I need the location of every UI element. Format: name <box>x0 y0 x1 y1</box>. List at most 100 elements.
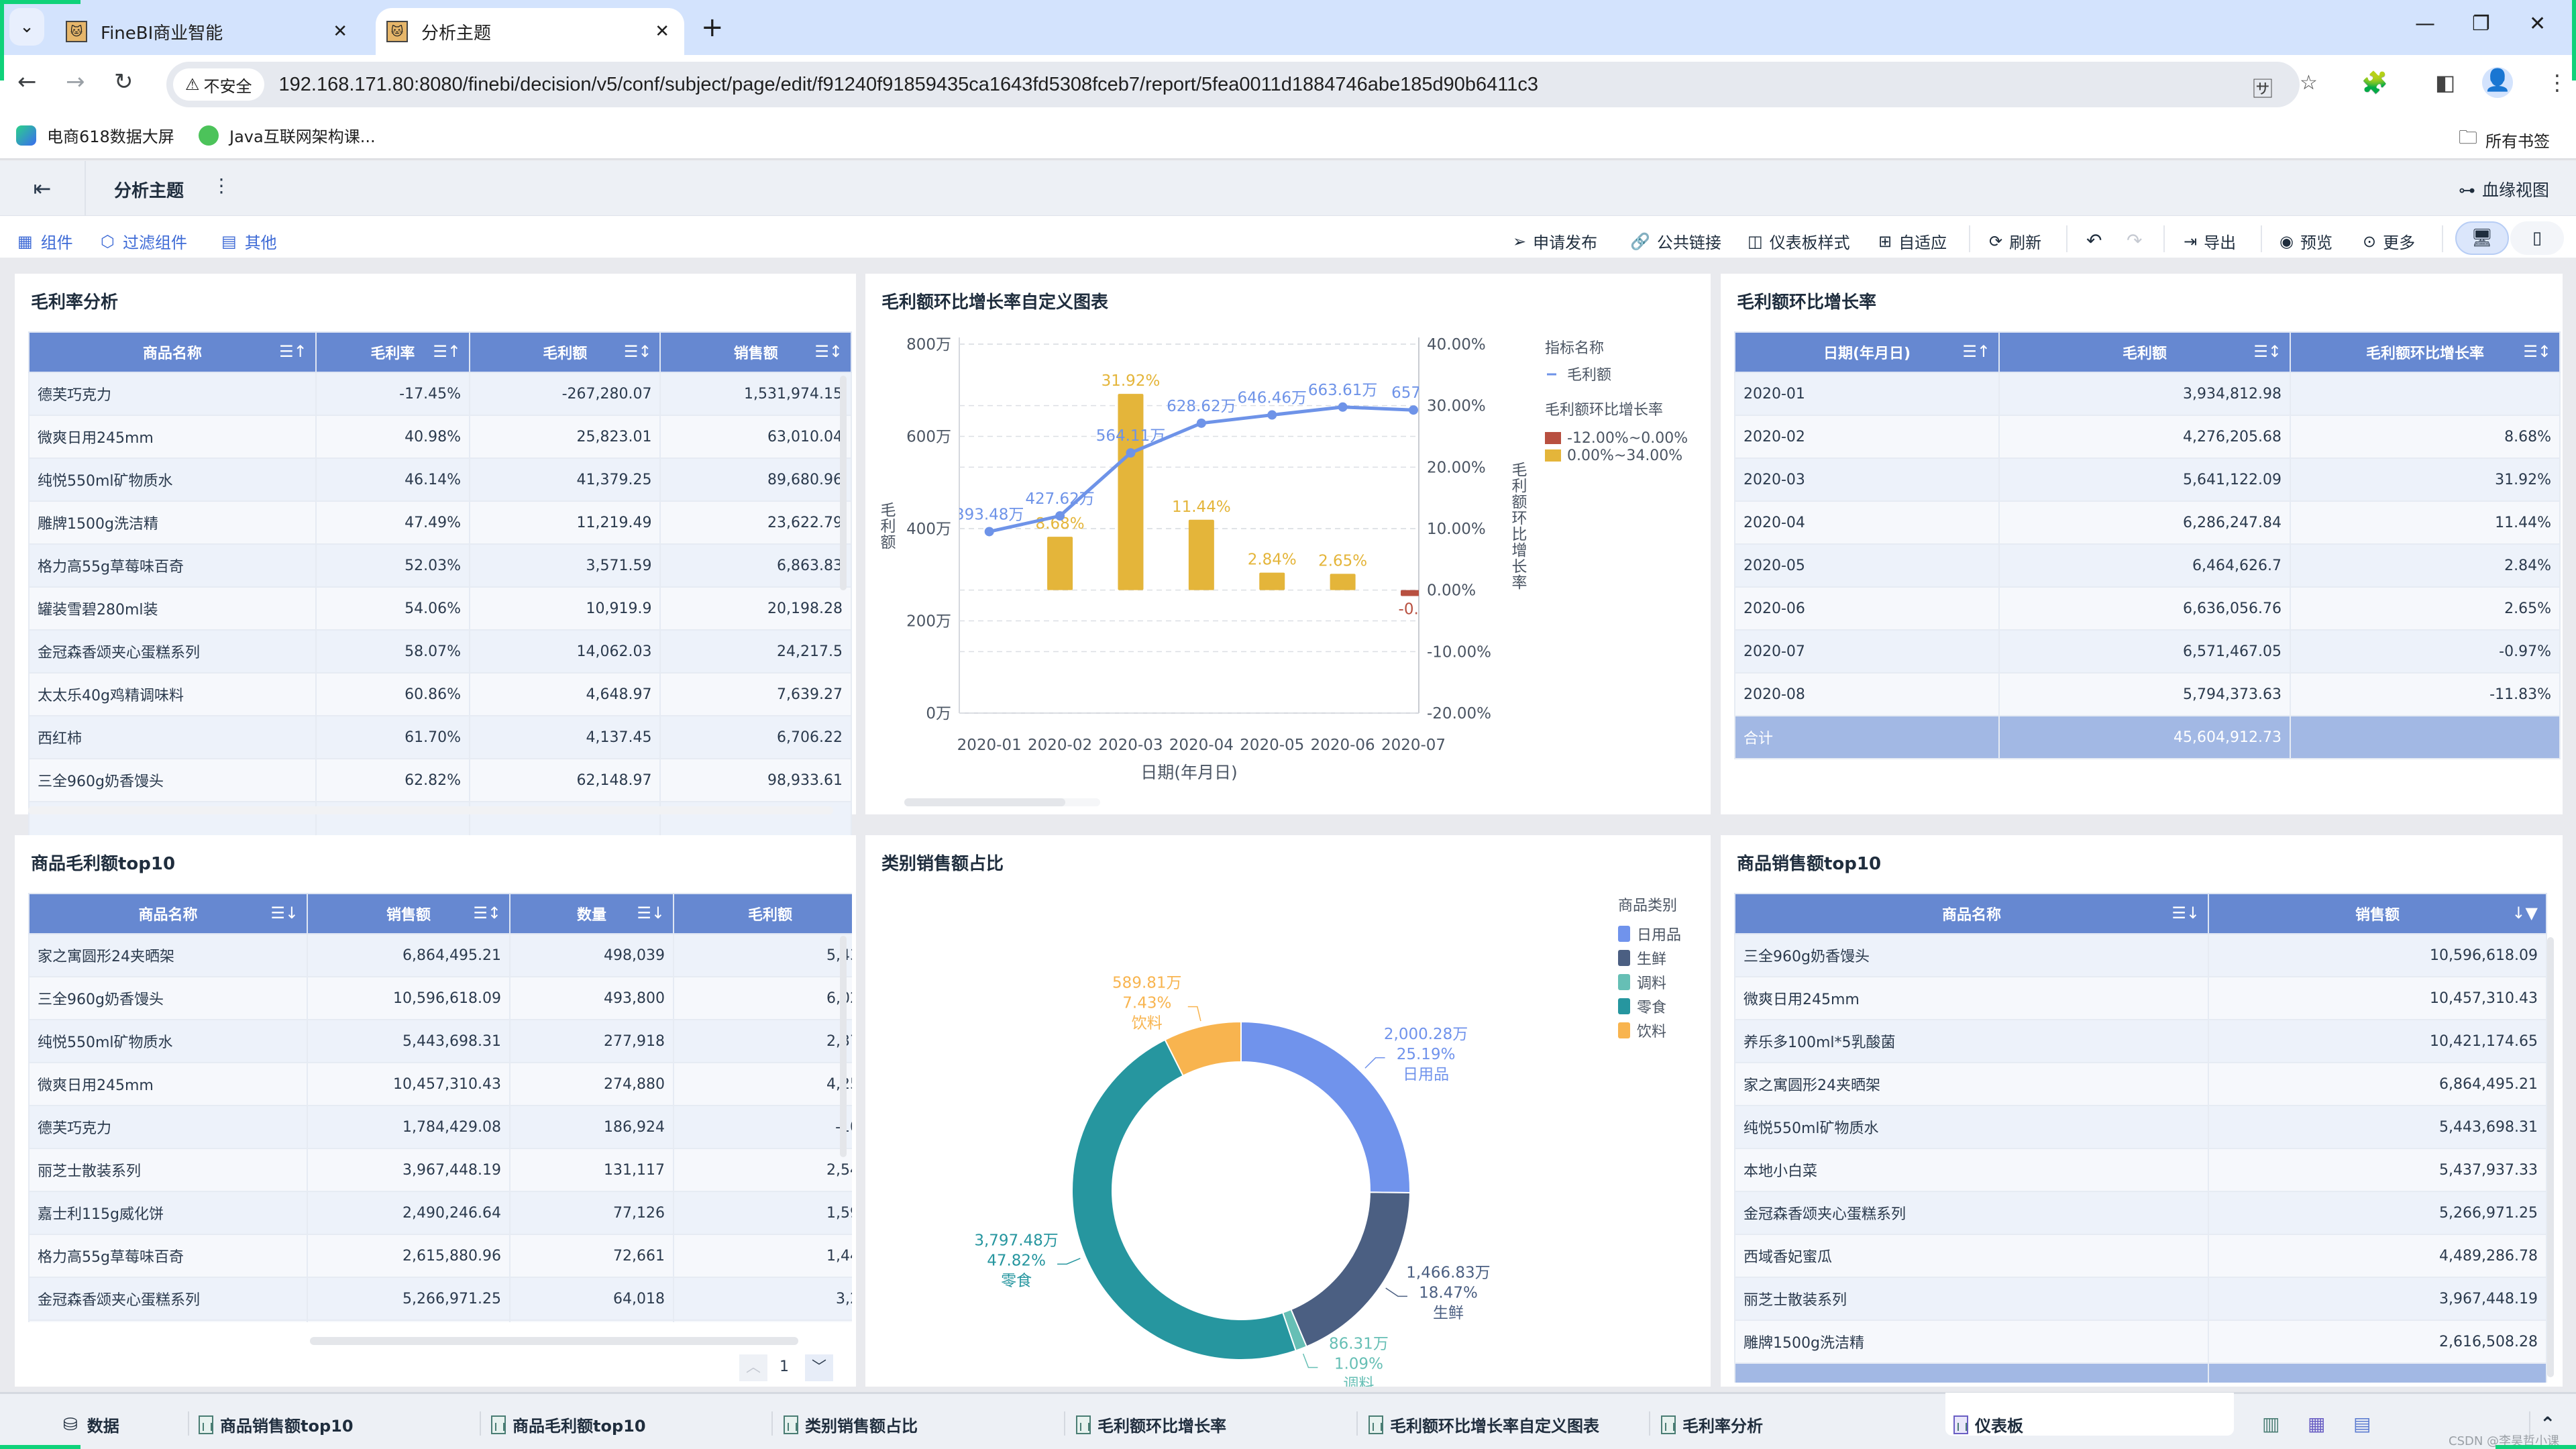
security-chip[interactable]: ⚠ 不安全 <box>173 68 264 101</box>
forward-icon[interactable]: → <box>66 68 85 95</box>
redo-button[interactable]: ↷ <box>2127 229 2142 252</box>
column-header[interactable]: 商品名称 ☰↓ <box>28 893 308 934</box>
restore-icon[interactable]: ❐ <box>2472 12 2490 36</box>
bookmark-item[interactable]: Java互联网架构课... <box>199 123 376 147</box>
sort-asc-icon[interactable]: ☰↑ <box>279 342 307 361</box>
desktop-view-button[interactable]: 🖥 <box>2455 221 2509 255</box>
table-row[interactable]: 2020-02 4,276,205.68 8.68% <box>1734 415 2561 459</box>
table-row[interactable]: 三全960g奶香馒头 10,596,618.09 <box>1734 933 2547 977</box>
horizontal-scrollbar[interactable] <box>310 1337 798 1345</box>
table-row[interactable]: 金冠森香颂夹心蛋糕系列5,266,971.2564,0183,206,0 <box>28 1277 852 1321</box>
public-link-button[interactable]: 🔗 公共链接 <box>1630 229 1721 253</box>
sort-both-icon[interactable]: ☰↕ <box>2523 342 2551 361</box>
table-row[interactable] <box>28 1320 852 1322</box>
table-row[interactable]: 德芙巧克力 -17.45% -267,280.07 1,531,974.15 <box>28 372 852 416</box>
table-row[interactable]: 格力高55g草莓味百奇2,615,880.9672,6611,443,04 <box>28 1234 852 1278</box>
table-row[interactable]: 雕牌1500g洗洁精 47.49% 11,219.49 23,622.79 <box>28 500 852 545</box>
table-row[interactable]: 纯悦550ml矿物质水5,443,698.31277,9182,372,19 <box>28 1019 852 1063</box>
column-header[interactable]: 销售额 ☰↕ <box>659 331 852 373</box>
sort-both-icon[interactable]: ☰↕ <box>473 904 501 922</box>
browser-menu-icon[interactable]: ⋮ <box>2546 70 2568 95</box>
table-row[interactable]: 三全960g奶香馒头 62.82% 62,148.97 98,933.61 <box>28 758 852 802</box>
sort-both-icon[interactable]: ☰↕ <box>624 342 652 361</box>
column-header[interactable]: 销售额 ☰↕ <box>307 893 511 934</box>
lineage-view-button[interactable]: ⊶ 血缘视图 <box>2459 177 2549 201</box>
tab-data[interactable]: ⛁ 数据 <box>63 1413 119 1436</box>
column-header[interactable]: 商品名称 ☰↓ <box>1734 893 2209 934</box>
table-row[interactable]: 2020-04 6,286,247.84 11.44% <box>1734 500 2561 545</box>
dashboard-style-button[interactable]: ◫ 仪表板样式 <box>1748 229 1850 253</box>
table-row[interactable]: 罐装雪碧280ml装 54.06% 10,919.9 20,198.28 <box>28 586 852 631</box>
reload-icon[interactable]: ↻ <box>114 68 133 95</box>
tab-mom-table[interactable]: 毛利额环比增长率 <box>1076 1413 1226 1436</box>
profile-avatar-icon[interactable]: 👤 <box>2482 67 2513 98</box>
sort-desc-icon[interactable]: ☰↓ <box>637 904 665 922</box>
subject-more-icon[interactable]: ⋮ <box>212 174 231 197</box>
table-row[interactable]: 2020-01 3,934,812.98 <box>1734 372 2561 416</box>
column-header[interactable]: 数量 ☰↓ <box>509 893 674 934</box>
add-component-button[interactable]: ▥ <box>2262 1413 2279 1435</box>
sort-asc-icon[interactable]: ☰↑ <box>433 342 461 361</box>
url-omnibox[interactable]: ⚠ 不安全 192.168.171.80:8080/finebi/decision… <box>166 62 2318 107</box>
apply-publish-button[interactable]: ➢ 申请发布 <box>1513 229 1597 253</box>
url-text[interactable]: 192.168.171.80:8080/finebi/decision/v5/c… <box>279 74 1538 96</box>
side-panel-icon[interactable]: ◧ <box>2435 70 2455 95</box>
table-row[interactable]: 2020-07 6,571,467.05 -0.97% <box>1734 629 2561 674</box>
component-button[interactable]: ▦ 组件 <box>17 229 73 253</box>
table-row[interactable]: 西域香妃蜜瓜 4,489,286.78 <box>1734 1234 2547 1278</box>
sort-both-icon[interactable]: ☰↕ <box>814 342 843 361</box>
table-row[interactable]: 三全960g奶香馒头10,596,618.09493,8006,025,54 <box>28 976 852 1020</box>
table-row[interactable]: 2020-08 5,794,373.63 -11.83% <box>1734 672 2561 716</box>
add-story-button[interactable]: ▤ <box>2353 1413 2371 1435</box>
table-row[interactable]: 2020-03 5,641,122.09 31.92% <box>1734 458 2561 502</box>
filter-component-button[interactable]: ⬡ 过滤组件 <box>101 229 187 253</box>
table-row[interactable]: 2020-05 6,464,626.7 2.84% <box>1734 543 2561 588</box>
sort-desc-icon[interactable]: ☰↓ <box>270 904 299 922</box>
extensions-icon[interactable]: 🧩 <box>2361 70 2388 95</box>
table-row[interactable]: 2020-06 6,636,056.76 2.65% <box>1734 586 2561 631</box>
page-down-button[interactable]: ﹀ <box>805 1354 833 1381</box>
table-row[interactable]: 微爽日用245mm 40.98% 25,823.01 63,010.04 <box>28 415 852 459</box>
other-button[interactable]: ▤ 其他 <box>221 229 277 253</box>
bookmark-star-icon[interactable]: ☆ <box>2300 71 2318 95</box>
tab-sales-top10[interactable]: 商品销售额top10 <box>199 1413 354 1436</box>
column-header[interactable]: 毛利额 ☰↕ <box>1998 331 2291 373</box>
table-row[interactable]: 金冠森香颂夹心蛋糕系列 5,266,971.25 <box>1734 1191 2547 1235</box>
column-header[interactable]: 毛利额 <box>673 893 852 934</box>
table-row[interactable]: 家之寓圆形24夹晒架6,864,495.21498,0395,437,19 <box>28 933 852 977</box>
table-row[interactable]: 西红柿 61.70% 4,137.45 6,706.22 <box>28 715 852 759</box>
table-row[interactable]: 纯悦550ml矿物质水 46.14% 41,379.25 89,680.96 <box>28 458 852 502</box>
column-header[interactable]: 日期(年月日) ☰↑ <box>1734 331 2000 373</box>
table-row[interactable]: 本地小白菜 5,437,937.33 <box>1734 1148 2547 1192</box>
tab-category-share[interactable]: 类别销售额占比 <box>784 1413 918 1436</box>
close-window-icon[interactable]: ✕ <box>2529 12 2546 36</box>
all-bookmarks-button[interactable]: 🗀 所有书签 <box>2459 123 2550 156</box>
adaptive-button[interactable]: ⊞ 自适应 <box>1878 229 1947 253</box>
table-row[interactable]: 雕牌1500g洗洁精 2,616,508.28 <box>1734 1320 2547 1364</box>
column-header[interactable]: 商品名称 ☰↑ <box>28 331 317 373</box>
tab-dashboard[interactable]: 仪表板 <box>1953 1413 2023 1436</box>
table-row[interactable]: 家之寓圆形24夹晒架 6,864,495.21 <box>1734 1062 2547 1106</box>
close-tab-icon[interactable]: ✕ <box>333 21 347 42</box>
table-row[interactable]: 嘉士利115g威化饼2,490,246.6477,1261,590,17 <box>28 1191 852 1235</box>
table-row[interactable]: 格力高55g草莓味百奇 52.03% 3,571.59 6,863.83 <box>28 543 852 588</box>
sort-filter-icon[interactable]: ↓▼ <box>2512 904 2538 922</box>
browser-tab-analysis-subject[interactable]: 🐱 分析主题 ✕ <box>376 8 684 55</box>
new-tab-button[interactable]: + <box>701 12 724 43</box>
table-row[interactable]: 丽芝士散装系列 3,967,448.19 <box>1734 1277 2547 1321</box>
tab-profit-top10[interactable]: 商品毛利额top10 <box>491 1413 646 1436</box>
tab-mom-chart[interactable]: 毛利额环比增长率自定义图表 <box>1368 1413 1599 1436</box>
column-header[interactable]: 毛利额 ☰↕ <box>468 331 661 373</box>
vertical-scrollbar[interactable] <box>840 376 847 590</box>
horizontal-scrollbar[interactable] <box>28 806 833 814</box>
bookmark-item[interactable]: 电商618数据大屏 <box>16 123 174 147</box>
table-row[interactable]: 微爽日用245mm 10,457,310.43 <box>1734 976 2547 1020</box>
chart-horizontal-scrollbar[interactable] <box>904 798 1065 806</box>
table-row[interactable]: 养乐多100ml*5乳酸菌 10,421,174.65 <box>1734 1019 2547 1063</box>
undo-button[interactable]: ↶ <box>2086 229 2102 252</box>
table-row[interactable]: 金冠森香颂夹心蛋糕系列 58.07% 14,062.03 24,217.5 <box>28 629 852 674</box>
column-header[interactable]: 毛利率 ☰↑ <box>315 331 471 373</box>
tab-margin-analysis[interactable]: 毛利率分析 <box>1661 1413 1763 1436</box>
minimize-icon[interactable]: — <box>2415 12 2435 36</box>
browser-tab-finebi[interactable]: 🐱 FineBI商业智能 ✕ <box>60 8 362 55</box>
